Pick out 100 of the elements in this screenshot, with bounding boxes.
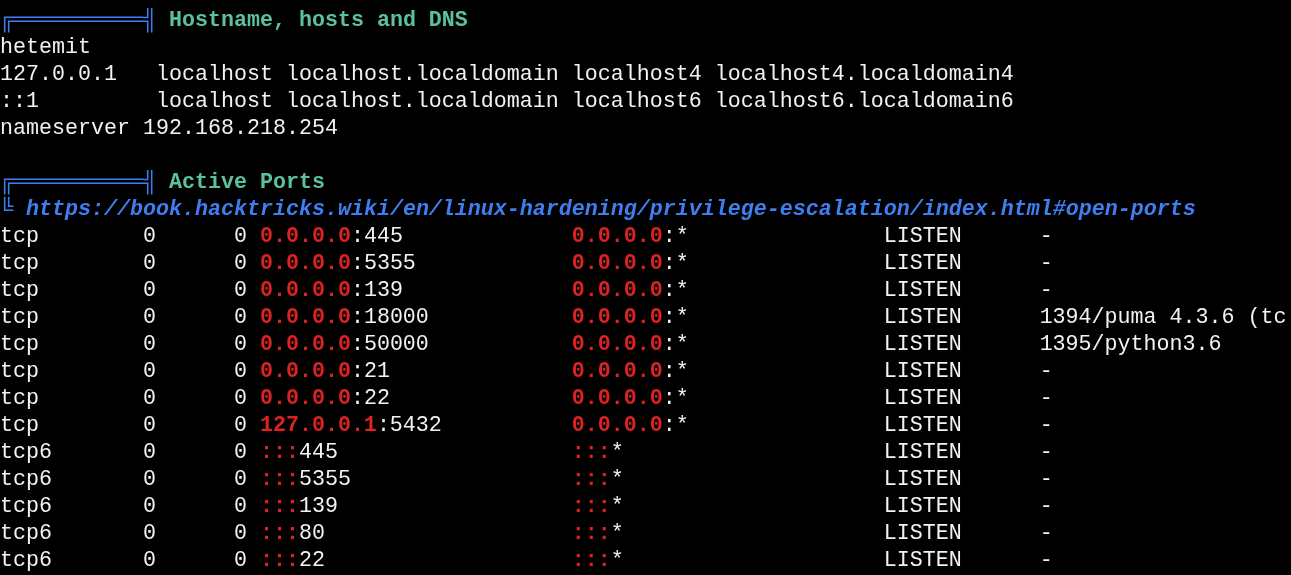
output-line: ::1 localhost localhost.localdomain localhost6 localhost6.localdomain6 — [0, 88, 1014, 115]
state: LISTEN — [883, 493, 963, 520]
foreign-address: :::* — [571, 547, 625, 574]
section-title: Hostname, hosts and DNS — [168, 7, 468, 34]
send-queue: 0 — [233, 412, 248, 439]
local-address: 0.0.0.0:445 — [259, 223, 404, 250]
send-queue: 0 — [233, 520, 248, 547]
protocol: tcp6 — [0, 493, 53, 520]
recv-queue: 0 — [142, 331, 157, 358]
output-line: nameserver 192.168.218.254 — [0, 115, 338, 142]
process: - — [1039, 358, 1054, 385]
process: 1395/python3.6 — [1039, 331, 1223, 358]
send-queue: 0 — [233, 358, 248, 385]
box-rule: ╔══════════╣ — [0, 7, 156, 34]
protocol: tcp — [0, 277, 40, 304]
protocol: tcp — [0, 358, 40, 385]
recv-queue: 0 — [142, 493, 157, 520]
send-queue: 0 — [233, 439, 248, 466]
foreign-address: 0.0.0.0:* — [571, 223, 690, 250]
process: - — [1039, 547, 1054, 574]
recv-queue: 0 — [142, 412, 157, 439]
state: LISTEN — [883, 331, 963, 358]
box-rule: ╚ — [0, 196, 13, 223]
state: LISTEN — [883, 547, 963, 574]
recv-queue: 0 — [142, 358, 157, 385]
state: LISTEN — [883, 439, 963, 466]
state: LISTEN — [883, 358, 963, 385]
local-address: 0.0.0.0:21 — [259, 358, 391, 385]
recv-queue: 0 — [142, 439, 157, 466]
section-title: Active Ports — [168, 169, 325, 196]
foreign-address: :::* — [571, 466, 625, 493]
recv-queue: 0 — [142, 385, 157, 412]
foreign-address: 0.0.0.0:* — [571, 304, 690, 331]
process: - — [1039, 250, 1054, 277]
process: - — [1039, 520, 1054, 547]
recv-queue: 0 — [142, 466, 157, 493]
process: - — [1039, 277, 1054, 304]
process: - — [1039, 493, 1054, 520]
protocol: tcp6 — [0, 520, 53, 547]
link[interactable]: https://book.hacktricks.wiki/en/linux-hardening/privilege-escalation/index.html#open-ports — [26, 196, 1196, 223]
recv-queue: 0 — [142, 223, 157, 250]
local-address: :::5355 — [259, 466, 352, 493]
recv-queue: 0 — [142, 277, 157, 304]
state: LISTEN — [883, 304, 963, 331]
local-address: 0.0.0.0:18000 — [259, 304, 430, 331]
protocol: tcp6 — [0, 439, 53, 466]
protocol: tcp — [0, 331, 40, 358]
recv-queue: 0 — [142, 547, 157, 574]
recv-queue: 0 — [142, 304, 157, 331]
send-queue: 0 — [233, 304, 248, 331]
protocol: tcp — [0, 412, 40, 439]
send-queue: 0 — [233, 250, 248, 277]
state: LISTEN — [883, 385, 963, 412]
send-queue: 0 — [233, 385, 248, 412]
foreign-address: :::* — [571, 439, 625, 466]
protocol: tcp — [0, 385, 40, 412]
state: LISTEN — [883, 250, 963, 277]
foreign-address: 0.0.0.0:* — [571, 277, 690, 304]
state: LISTEN — [883, 223, 963, 250]
local-address: :::445 — [259, 439, 339, 466]
send-queue: 0 — [233, 223, 248, 250]
foreign-address: 0.0.0.0:* — [571, 358, 690, 385]
foreign-address: 0.0.0.0:* — [571, 412, 690, 439]
local-address: :::80 — [259, 520, 326, 547]
process: - — [1039, 385, 1054, 412]
foreign-address: :::* — [571, 520, 625, 547]
output-line: hetemit — [0, 34, 91, 61]
foreign-address: 0.0.0.0:* — [571, 331, 690, 358]
protocol: tcp6 — [0, 466, 53, 493]
local-address: 0.0.0.0:5355 — [259, 250, 417, 277]
send-queue: 0 — [233, 466, 248, 493]
send-queue: 0 — [233, 277, 248, 304]
local-address: 0.0.0.0:50000 — [259, 331, 430, 358]
box-rule: ╔══════════╣ — [0, 169, 156, 196]
state: LISTEN — [883, 277, 963, 304]
output-line: 127.0.0.1 localhost localhost.localdomain localhost4 localhost4.localdomain4 — [0, 61, 1014, 88]
foreign-address: 0.0.0.0:* — [571, 250, 690, 277]
send-queue: 0 — [233, 493, 248, 520]
protocol: tcp — [0, 223, 40, 250]
local-address: 0.0.0.0:139 — [259, 277, 404, 304]
local-address: 127.0.0.1:5432 — [259, 412, 443, 439]
process: - — [1039, 223, 1054, 250]
recv-queue: 0 — [142, 250, 157, 277]
send-queue: 0 — [233, 331, 248, 358]
local-address: 0.0.0.0:22 — [259, 385, 391, 412]
protocol: tcp6 — [0, 547, 53, 574]
local-address: :::139 — [259, 493, 339, 520]
process: - — [1039, 466, 1054, 493]
process: - — [1039, 412, 1054, 439]
protocol: tcp — [0, 304, 40, 331]
state: LISTEN — [883, 520, 963, 547]
process: - — [1039, 439, 1054, 466]
foreign-address: 0.0.0.0:* — [571, 385, 690, 412]
process: 1394/puma 4.3.6 (tc — [1039, 304, 1288, 331]
recv-queue: 0 — [142, 520, 157, 547]
state: LISTEN — [883, 466, 963, 493]
protocol: tcp — [0, 250, 40, 277]
send-queue: 0 — [233, 547, 248, 574]
local-address: :::22 — [259, 547, 326, 574]
state: LISTEN — [883, 412, 963, 439]
